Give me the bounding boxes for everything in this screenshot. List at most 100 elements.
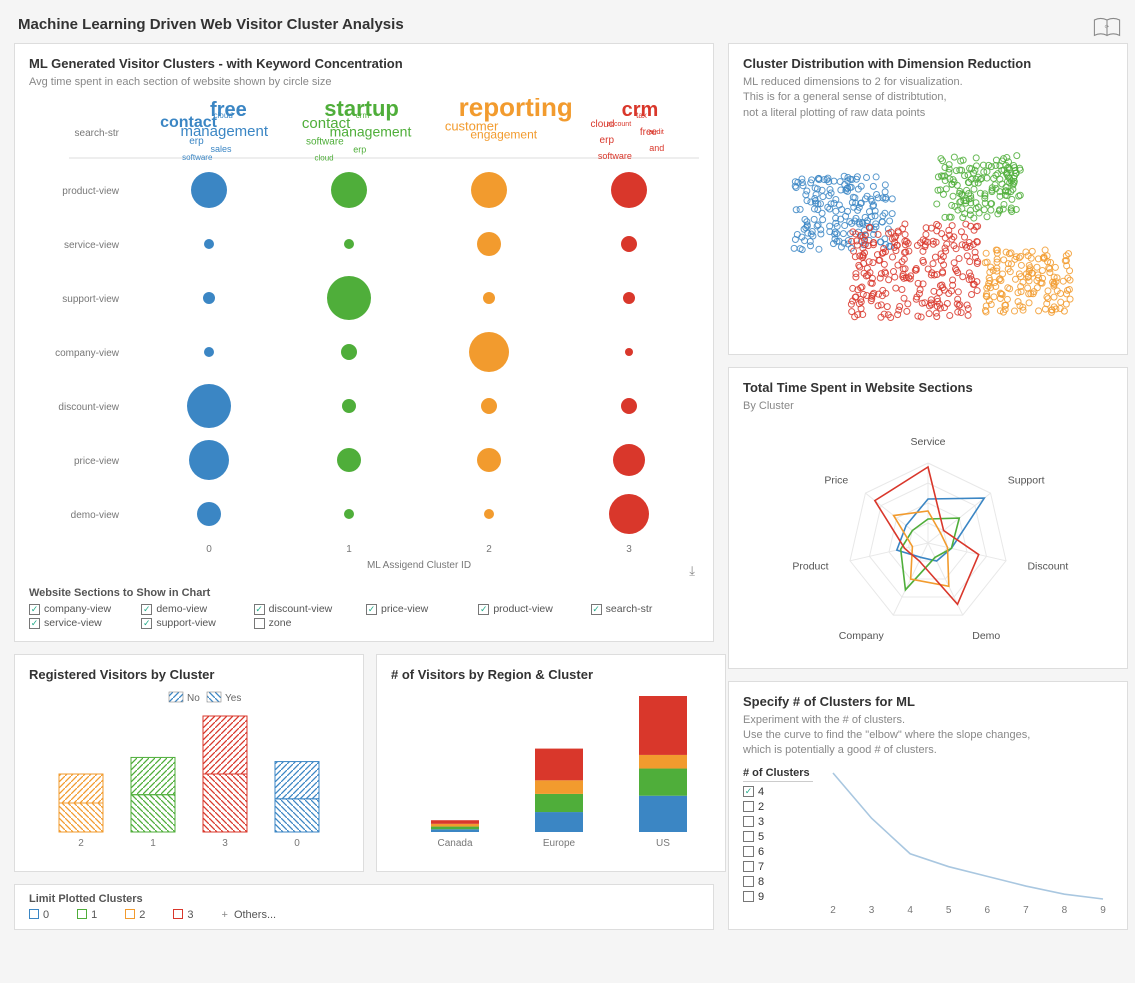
svg-text:engagement: engagement xyxy=(470,128,537,142)
download-icon[interactable]: ⤓ xyxy=(689,563,695,578)
svg-text:erp: erp xyxy=(353,145,366,155)
elbow-chart[interactable]: 23456789 xyxy=(823,767,1113,917)
svg-text:2: 2 xyxy=(78,838,84,849)
ncluster-opt-9[interactable]: ✓9 xyxy=(743,891,813,903)
section-checks: ✓company-view ✓demo-view ✓discount-view ✓pr… xyxy=(29,603,699,629)
svg-text:sales: sales xyxy=(210,144,232,154)
registered-panel: Registered Visitors by Cluster No Yes 2 1 3 0 xyxy=(14,654,364,872)
svg-text:Yes: Yes xyxy=(225,693,241,704)
svg-text:software: software xyxy=(598,151,632,161)
svg-text:1: 1 xyxy=(346,544,352,555)
svg-text:search-str: search-str xyxy=(75,128,120,139)
scatter-title: Cluster Distribution with Dimension Redu… xyxy=(743,56,1113,71)
svg-text:8: 8 xyxy=(1062,905,1068,916)
limit-panel: Limit Plotted Clusters 0123+Others... xyxy=(14,884,714,930)
region-chart[interactable]: Canada Europe US xyxy=(391,686,711,856)
registered-title: Registered Visitors by Cluster xyxy=(29,667,349,682)
svg-text:7: 7 xyxy=(1023,905,1029,916)
svg-text:software: software xyxy=(306,137,344,148)
svg-text:2: 2 xyxy=(486,544,492,555)
svg-text:Company: Company xyxy=(839,629,885,641)
svg-text:9: 9 xyxy=(1100,905,1106,916)
svg-text:software: software xyxy=(182,153,213,162)
radar-panel: Total Time Spent in Website Sections By … xyxy=(728,367,1128,668)
svg-text:Product: Product xyxy=(792,560,828,572)
svg-text:erp: erp xyxy=(189,136,204,147)
svg-text:Service: Service xyxy=(910,436,945,448)
svg-text:ML Assigend Cluster ID: ML Assigend Cluster ID xyxy=(367,560,471,571)
bubble-panel: ML Generated Visitor Clusters - with Key… xyxy=(14,43,714,642)
page-title: Machine Learning Driven Web Visitor Clus… xyxy=(18,16,404,33)
svg-text:0: 0 xyxy=(294,838,300,849)
ncluster-opt-2[interactable]: ✓2 xyxy=(743,801,813,813)
ncluster-opt-4[interactable]: ✓4 xyxy=(743,786,813,798)
limit-others[interactable]: +Others... xyxy=(222,909,277,921)
section-check-company-view[interactable]: ✓company-view xyxy=(29,603,137,615)
ncluster-opt-7[interactable]: ✓7 xyxy=(743,861,813,873)
nclusters-sub: Experiment with the # of clusters. Use t… xyxy=(743,713,1113,759)
section-check-product-view[interactable]: ✓product-view xyxy=(478,603,586,615)
svg-text:Canada: Canada xyxy=(437,838,472,849)
svg-text:Discount: Discount xyxy=(1027,560,1068,572)
svg-text:5: 5 xyxy=(946,905,952,916)
ncluster-opt-5[interactable]: ✓5 xyxy=(743,831,813,843)
ncluster-opt-8[interactable]: ✓8 xyxy=(743,876,813,888)
limit-item-0[interactable]: 0 xyxy=(29,909,49,921)
svg-text:audit: audit xyxy=(649,129,664,136)
svg-text:service-view: service-view xyxy=(64,240,120,251)
sections-title: Website Sections to Show in Chart xyxy=(29,587,699,599)
ncluster-opt-3[interactable]: ✓3 xyxy=(743,816,813,828)
svg-text:price-view: price-view xyxy=(74,456,120,467)
scatter-chart[interactable] xyxy=(743,129,1113,339)
svg-text:Demo: Demo xyxy=(972,629,1000,641)
scatter-panel: Cluster Distribution with Dimension Redu… xyxy=(728,43,1128,355)
svg-text:1: 1 xyxy=(150,838,156,849)
svg-text:Europe: Europe xyxy=(543,838,576,849)
svg-text:support-view: support-view xyxy=(62,294,119,305)
limit-item-1[interactable]: 1 xyxy=(77,909,97,921)
svg-text:erp: erp xyxy=(600,135,615,146)
nclusters-title: Specify # of Clusters for ML xyxy=(743,694,1113,709)
svg-text:discount-view: discount-view xyxy=(58,402,119,413)
region-panel: # of Visitors by Region & Cluster Canada… xyxy=(376,654,726,872)
svg-text:No: No xyxy=(187,693,200,704)
radar-chart[interactable]: Service Support Discount Demo Company Product… xyxy=(743,423,1113,653)
bubble-chart[interactable]: freecontactmanagementerpsalessoftwareclo… xyxy=(29,98,699,578)
section-check-search-str[interactable]: ✓search-str xyxy=(591,603,699,615)
radar-title: Total Time Spent in Website Sections xyxy=(743,380,1113,395)
svg-text:US: US xyxy=(656,838,670,849)
svg-text:product-view: product-view xyxy=(62,186,119,197)
section-check-price-view[interactable]: ✓price-view xyxy=(366,603,474,615)
section-check-zone[interactable]: ✓zone xyxy=(254,617,362,629)
svg-text:crm: crm xyxy=(356,111,370,120)
svg-text:⟳: ⟳ xyxy=(1105,24,1110,30)
section-check-support-view[interactable]: ✓support-view xyxy=(141,617,249,629)
ncluster-opt-6[interactable]: ✓6 xyxy=(743,846,813,858)
registered-chart[interactable]: No Yes 2 1 3 0 xyxy=(29,686,349,856)
svg-text:0: 0 xyxy=(206,544,212,555)
section-check-demo-view[interactable]: ✓demo-view xyxy=(141,603,249,615)
svg-text:Support: Support xyxy=(1008,474,1045,486)
section-check-service-view[interactable]: ✓service-view xyxy=(29,617,137,629)
open-book-icon[interactable]: ⟳ xyxy=(1093,17,1121,37)
nclusters-list-title: # of Clusters xyxy=(743,767,813,782)
svg-text:company-view: company-view xyxy=(55,348,120,359)
svg-text:demo-view: demo-view xyxy=(71,510,120,521)
svg-text:4: 4 xyxy=(907,905,913,916)
limit-item-3[interactable]: 3 xyxy=(173,909,193,921)
svg-text:3: 3 xyxy=(869,905,875,916)
bubble-subtitle: Avg time spent in each section of websit… xyxy=(29,75,699,90)
radar-sub: By Cluster xyxy=(743,399,1113,414)
svg-text:3: 3 xyxy=(626,544,632,555)
svg-text:6: 6 xyxy=(985,905,991,916)
region-title: # of Visitors by Region & Cluster xyxy=(391,667,711,682)
limit-item-2[interactable]: 2 xyxy=(125,909,145,921)
bubble-title: ML Generated Visitor Clusters - with Key… xyxy=(29,56,699,71)
svg-text:Price: Price xyxy=(824,474,848,486)
scatter-sub: ML reduced dimensions to 2 for visualiza… xyxy=(743,75,1113,121)
svg-text:cloud: cloud xyxy=(315,154,334,163)
section-check-discount-view[interactable]: ✓discount-view xyxy=(254,603,362,615)
svg-text:and: and xyxy=(649,143,664,153)
svg-text:account: account xyxy=(607,121,632,128)
svg-text:3: 3 xyxy=(222,838,228,849)
